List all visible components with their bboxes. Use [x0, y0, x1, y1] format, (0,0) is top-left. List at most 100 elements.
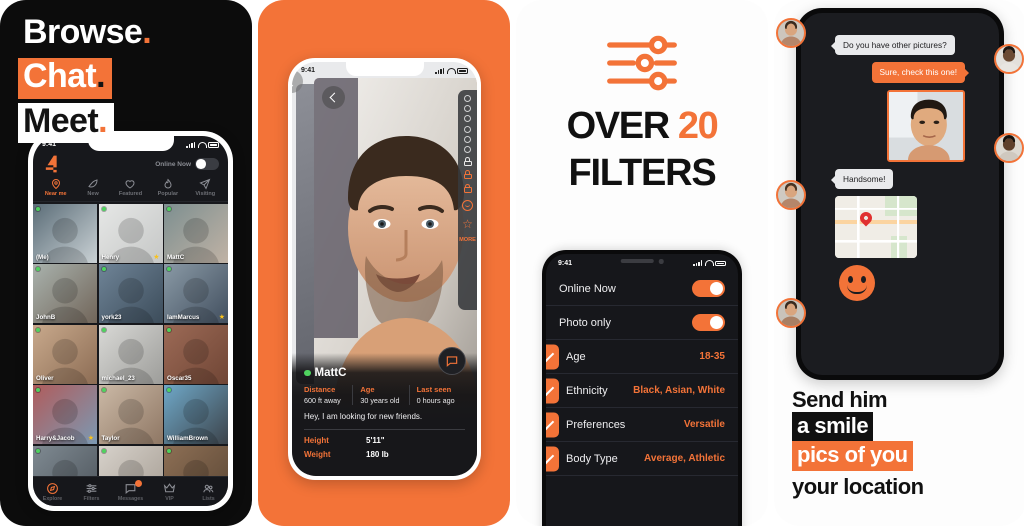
- lock-icon[interactable]: [463, 170, 472, 180]
- profile-card-name: (Me): [36, 253, 49, 261]
- tab-featured[interactable]: Featured: [112, 178, 148, 197]
- stat-distance: Distance 600 ft away: [304, 385, 352, 405]
- stat-age: Age 30 years old: [352, 385, 408, 405]
- headline-line-browse: Browse.: [23, 13, 152, 51]
- filter-value: Black, Asian, White: [633, 385, 725, 396]
- signal-icon: [435, 67, 444, 74]
- lock-icon[interactable]: [463, 183, 472, 193]
- photo-dot-icon[interactable]: [464, 115, 471, 123]
- chat-bubble-icon: [446, 356, 458, 367]
- photo-dot-icon[interactable]: [464, 105, 471, 113]
- photo-dot-icon[interactable]: [464, 125, 471, 133]
- checkbox-checked-icon[interactable]: [546, 378, 559, 403]
- panel-browse-chat-meet: Browse. Chat. Meet. 9:41 Online Now Near…: [0, 0, 252, 526]
- online-status-dot: [101, 206, 106, 211]
- avatar[interactable]: [776, 298, 806, 328]
- phone-2-screen: 9:41 ☆ MORE MattC Distance 600 ft away A…: [292, 62, 477, 476]
- category-tabs[interactable]: Near me New Featured Popular Visiting: [33, 178, 228, 202]
- filter-label: Age: [566, 350, 586, 363]
- online-status-dot: [167, 206, 171, 211]
- message-list[interactable]: Do you have other pictures? Sure, check t…: [801, 13, 999, 375]
- tab-near-me[interactable]: Near me: [38, 178, 74, 197]
- message-row: Handsome!: [813, 168, 987, 190]
- profile-card[interactable]: MattC: [164, 203, 228, 263]
- profile-card[interactable]: IamMarcus ★: [164, 264, 228, 323]
- nav-vip[interactable]: VIP: [153, 482, 187, 502]
- nav-lists[interactable]: Lists: [192, 482, 226, 502]
- nav-messages[interactable]: Messages: [114, 479, 148, 502]
- photo-dot-icon[interactable]: [464, 135, 471, 143]
- checkbox-checked-icon[interactable]: [546, 412, 559, 437]
- online-now-toggle[interactable]: [195, 158, 219, 170]
- nav-lists-label: Lists: [202, 495, 215, 502]
- filter-list[interactable]: Online Now Photo only Age 18-35 Ethnicity Bla…: [546, 272, 738, 476]
- checkbox-checked-icon[interactable]: [546, 446, 559, 471]
- nav-filters[interactable]: Filters: [75, 482, 109, 502]
- profile-card[interactable]: Taylor: [98, 385, 163, 444]
- message-bubble[interactable]: Sure, check this one!: [871, 62, 970, 83]
- profile-card[interactable]: JohnB: [33, 264, 97, 323]
- profile-card[interactable]: york23: [98, 264, 163, 323]
- profile-action-rail[interactable]: ☆ MORE: [458, 90, 477, 310]
- profile-name: MattC: [314, 367, 347, 379]
- sliders-icon: [604, 32, 680, 94]
- profile-card[interactable]: Harry&Jacob ★: [33, 385, 97, 444]
- photo-dot-icon[interactable]: [464, 145, 471, 153]
- star-icon[interactable]: ☆: [462, 218, 473, 230]
- filter-row-body-type[interactable]: Body Type Average, Athletic: [546, 442, 738, 476]
- online-now-toggle-group[interactable]: Online Now: [155, 158, 219, 170]
- smiley-emoji-icon[interactable]: [839, 265, 875, 302]
- tab-visiting[interactable]: Visiting: [187, 178, 223, 197]
- message-map-attachment[interactable]: [835, 196, 917, 259]
- filter-toggle[interactable]: [692, 314, 725, 331]
- filter-row-photo-only[interactable]: Photo only: [546, 306, 738, 340]
- detail-height-value: 5'11": [366, 436, 385, 445]
- more-label[interactable]: MORE: [459, 237, 476, 243]
- avatar[interactable]: [776, 180, 806, 210]
- stat-distance-value: 600 ft away: [304, 396, 341, 405]
- star-icon: ★: [153, 253, 160, 261]
- avatar[interactable]: [776, 18, 806, 48]
- profile-card[interactable]: Oliver: [33, 324, 97, 384]
- back-button[interactable]: [322, 86, 345, 109]
- message-bubble[interactable]: Do you have other pictures?: [831, 35, 955, 56]
- profile-card[interactable]: Henry ★: [98, 203, 163, 263]
- phone-1-screen: 9:41 Online Now Near me New Featured Pop…: [33, 136, 228, 506]
- profile-card[interactable]: (Me): [33, 203, 97, 263]
- status-bar-indicators: [186, 141, 219, 148]
- chat-button[interactable]: [438, 347, 466, 375]
- filter-label: Preferences: [566, 418, 626, 431]
- smiley-icon[interactable]: [462, 199, 473, 211]
- headline-number: 20: [677, 105, 719, 147]
- message-image-attachment[interactable]: [887, 89, 965, 162]
- tab-new[interactable]: New: [75, 178, 111, 197]
- detail-weight-key: Weight: [304, 450, 331, 459]
- profile-card[interactable]: Oscar35: [164, 324, 228, 384]
- nav-explore[interactable]: Explore: [36, 482, 70, 502]
- filter-row-ethnicity[interactable]: Ethnicity Black, Asian, White: [546, 374, 738, 408]
- lock-icon[interactable]: [463, 157, 472, 167]
- avatar[interactable]: [994, 133, 1024, 163]
- profile-card[interactable]: michael_23: [98, 324, 163, 384]
- message-bubble[interactable]: Handsome!: [830, 168, 894, 190]
- stat-last-seen-key: Last seen: [416, 385, 452, 394]
- checkbox-checked-icon[interactable]: [546, 344, 559, 369]
- avatar[interactable]: [994, 44, 1024, 74]
- avatar-photo: [778, 300, 804, 326]
- message-row: Sure, check this one!: [813, 62, 987, 83]
- filter-row-preferences[interactable]: Preferences Versatile: [546, 408, 738, 442]
- online-status-dot: [101, 448, 106, 453]
- filter-row-age[interactable]: Age 18-35: [546, 340, 738, 374]
- four-logo-icon: [42, 154, 63, 174]
- avatar-photo: [778, 182, 804, 208]
- profile-grid[interactable]: (Me) Henry ★ MattC JohnB york23 IamMarcus ★ Oliv…: [33, 202, 228, 505]
- phone-mockup-chat: Do you have other pictures? Sure, check t…: [796, 8, 1004, 380]
- filter-row-online-now[interactable]: Online Now: [546, 272, 738, 306]
- tab-popular[interactable]: Popular: [150, 178, 186, 197]
- stat-age-key: Age: [360, 385, 375, 394]
- filter-toggle[interactable]: [692, 280, 725, 297]
- battery-icon: [208, 142, 219, 148]
- photo-dot-icon[interactable]: [464, 95, 471, 102]
- bottom-navigation[interactable]: Explore Filters Messages VIP Lists: [33, 476, 228, 506]
- profile-card[interactable]: WilliamBrown: [164, 385, 228, 444]
